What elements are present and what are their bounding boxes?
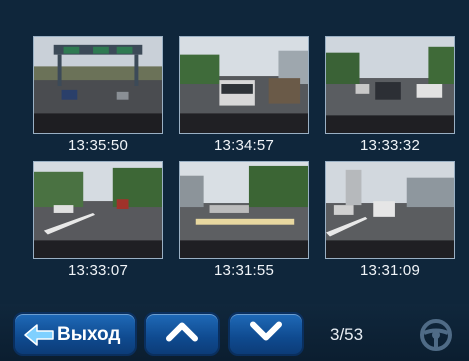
thumbnail-grid: 13:35:50 13:34:57 13:33:32 13:33:07 13:3…: [33, 36, 457, 286]
screen: 13:35:50 13:34:57 13:33:32 13:33:07 13:3…: [0, 0, 469, 361]
video-thumbnail[interactable]: [33, 161, 163, 259]
scroll-up-button[interactable]: [144, 312, 220, 356]
thumbnail-time: 13:33:07: [68, 262, 128, 279]
page-counter: 3/53: [330, 325, 364, 344]
arrow-left-icon: [23, 323, 55, 352]
bottom-toolbar: Выход: [0, 304, 469, 361]
exit-label: Выход: [57, 324, 121, 345]
thumbnail-time: 13:34:57: [214, 137, 274, 154]
video-thumbnail[interactable]: [33, 36, 163, 134]
chevron-up-icon: [165, 321, 199, 348]
video-thumbnail[interactable]: [179, 36, 309, 134]
chevron-down-icon: [249, 321, 283, 348]
video-thumbnail[interactable]: [325, 36, 455, 134]
thumbnail-time: 13:33:32: [360, 137, 420, 154]
scroll-down-button[interactable]: [228, 312, 304, 356]
thumbnail-time: 13:31:55: [214, 262, 274, 279]
thumbnail-time: 13:35:50: [68, 137, 128, 154]
video-thumbnail[interactable]: [179, 161, 309, 259]
video-thumbnail[interactable]: [325, 161, 455, 259]
steering-wheel-icon[interactable]: [419, 318, 453, 357]
exit-button[interactable]: Выход: [13, 312, 137, 356]
thumbnail-time: 13:31:09: [360, 262, 420, 279]
